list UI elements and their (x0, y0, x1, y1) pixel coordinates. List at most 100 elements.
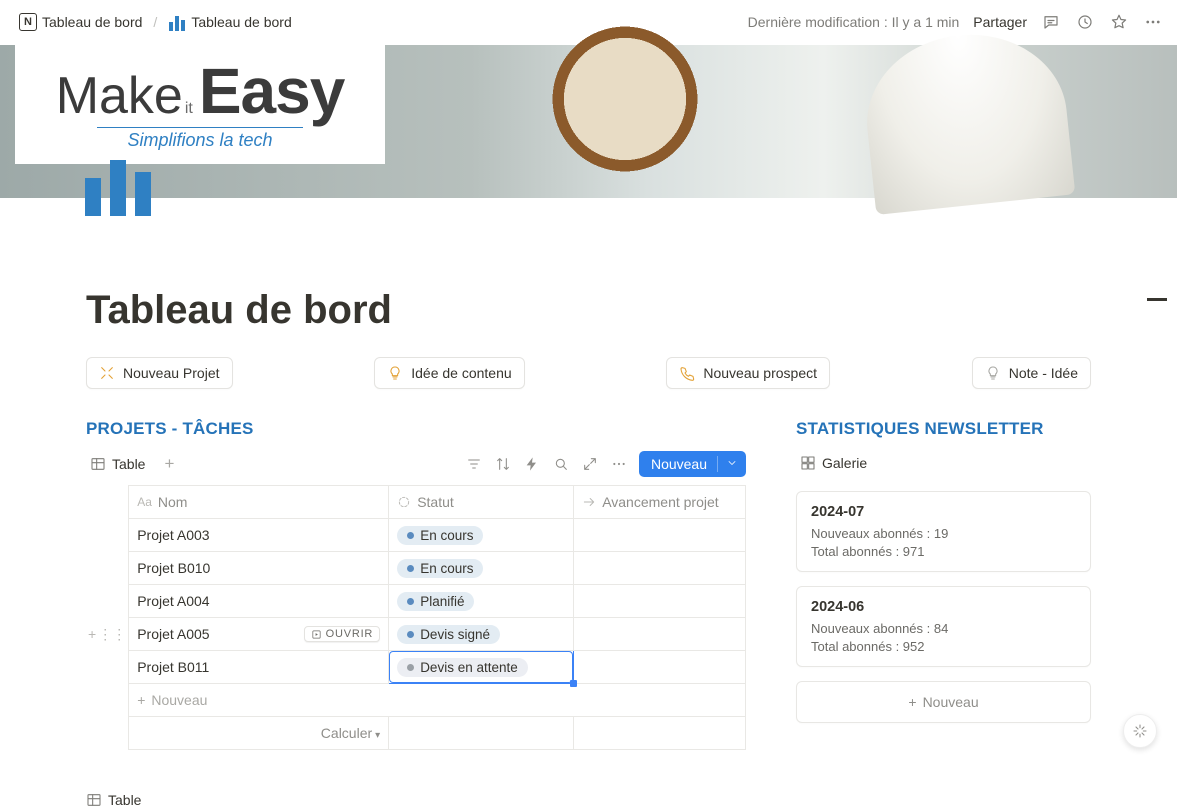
status-tag: En cours (397, 526, 483, 545)
cell-status[interactable]: Planifié (389, 585, 574, 618)
add-newsletter-card[interactable]: +Nouveau (796, 681, 1091, 723)
breadcrumb-separator: / (153, 14, 157, 30)
projects-section: PROJETS - TÂCHES Table + Nouveau (86, 419, 746, 812)
table-row[interactable]: +⋮⋮Projet A004Planifié (86, 585, 746, 618)
projects-table-view-tab[interactable]: Table (86, 452, 149, 476)
open-page-button[interactable]: OUVRIR (304, 626, 381, 642)
status-tag: Planifié (397, 592, 474, 611)
share-button[interactable]: Partager (973, 14, 1027, 30)
status-loader-icon (397, 495, 411, 509)
cell-status[interactable]: En cours (389, 552, 574, 585)
card-line: Total abonnés : 971 (811, 544, 1076, 559)
breadcrumb-root[interactable]: N Tableau de bord (14, 10, 147, 34)
table-icon (86, 792, 102, 808)
cell-status[interactable]: En cours (389, 519, 574, 552)
favorite-star-icon[interactable] (1109, 12, 1129, 32)
breadcrumbs: N Tableau de bord / Tableau de bord (14, 10, 297, 34)
newsletter-view-label: Galerie (822, 455, 867, 471)
cell-progress[interactable] (574, 552, 746, 585)
more-menu-icon[interactable] (1143, 12, 1163, 32)
projects-second-view-tab[interactable]: Table (86, 788, 746, 812)
note-idea-button[interactable]: Note - Idée (972, 357, 1091, 389)
table-icon (90, 456, 106, 472)
new-project-label: Nouveau Projet (123, 365, 220, 381)
cell-progress[interactable] (574, 585, 746, 618)
cell-status[interactable]: Devis en attente (389, 651, 574, 684)
add-view-button[interactable]: + (159, 454, 179, 474)
new-prospect-label: Nouveau prospect (703, 365, 817, 381)
breadcrumb-current-label: Tableau de bord (191, 14, 291, 30)
col-name-header[interactable]: Aa Nom (129, 486, 389, 519)
topbar-right: Dernière modification : Il y a 1 min Par… (748, 12, 1163, 32)
card-line: Total abonnés : 952 (811, 639, 1076, 654)
page-title[interactable]: Tableau de bord (86, 288, 1091, 333)
col-name-label: Nom (158, 494, 188, 510)
last-modified-text: Dernière modification : Il y a 1 min (748, 14, 960, 30)
bar-chart-icon (168, 13, 186, 31)
toggle-collapse-icon[interactable] (1147, 298, 1167, 301)
drag-handle-icon[interactable]: ⋮⋮ (98, 626, 126, 643)
add-row-icon[interactable]: + (88, 626, 96, 643)
cell-status[interactable]: Devis signé (389, 618, 574, 651)
cell-progress[interactable] (574, 651, 746, 684)
breadcrumb-current[interactable]: Tableau de bord (163, 10, 296, 34)
content-idea-label: Idée de contenu (411, 365, 511, 381)
projects-section-title[interactable]: PROJETS - TÂCHES (86, 419, 746, 439)
table-row[interactable]: +⋮⋮Projet A005OUVRIR Devis signé (86, 618, 746, 651)
col-progress-label: Avancement projet (602, 494, 718, 510)
newsletter-gallery-view-tab[interactable]: Galerie (796, 451, 871, 475)
brand-it: it (185, 101, 193, 117)
card-title: 2024-07 (811, 504, 1076, 520)
new-project-button[interactable]: Nouveau Projet (86, 357, 233, 389)
note-idea-label: Note - Idée (1009, 365, 1078, 381)
quick-buttons-row: Nouveau Projet Idée de contenu Nouveau p… (86, 357, 1091, 389)
search-icon[interactable] (552, 455, 570, 473)
gallery-icon (800, 455, 816, 471)
cell-progress[interactable] (574, 618, 746, 651)
newsletter-card[interactable]: 2024-06Nouveaux abonnés : 84Total abonné… (796, 586, 1091, 667)
cell-name[interactable]: Projet A004 (129, 585, 389, 618)
ai-assist-fab[interactable] (1123, 714, 1157, 748)
notion-logo-icon: N (19, 13, 37, 31)
projects-view-tabs: Table + Nouveau (86, 451, 746, 483)
card-line: Nouveaux abonnés : 84 (811, 621, 1076, 636)
table-row[interactable]: +⋮⋮Projet A003En cours (86, 519, 746, 552)
sort-icon[interactable] (494, 455, 512, 473)
cell-name[interactable]: Projet A005OUVRIR (129, 618, 389, 651)
newsletter-view-tabs: Galerie (796, 451, 1091, 481)
status-tag: Devis en attente (397, 658, 528, 677)
comments-icon[interactable] (1041, 12, 1061, 32)
newsletter-card[interactable]: 2024-07 Nouveaux abonnés : 19 Total abonné… (796, 491, 1091, 572)
projects-table: Aa Nom Statut Avancemen (86, 485, 746, 750)
chevron-down-icon[interactable] (717, 456, 738, 472)
more-icon[interactable] (610, 455, 628, 473)
cell-name[interactable]: Projet A003 (129, 519, 389, 552)
cell-name[interactable]: Projet B010 (129, 552, 389, 585)
cell-progress[interactable] (574, 519, 746, 552)
filter-icon[interactable] (465, 455, 483, 473)
add-row-button[interactable]: +Nouveau (86, 684, 746, 717)
card-line: Nouveaux abonnés : 19 (811, 526, 1076, 541)
content-idea-button[interactable]: Idée de contenu (374, 357, 524, 389)
arrow-right-icon (582, 495, 596, 509)
col-progress-header[interactable]: Avancement projet (574, 486, 746, 519)
status-tag: Devis signé (397, 625, 500, 644)
page-content: Tableau de bord Nouveau Projet Idée de c… (0, 198, 1177, 812)
cell-name[interactable]: Projet B011 (129, 651, 389, 684)
brand-make: Make (56, 70, 183, 122)
automation-icon[interactable] (523, 455, 541, 473)
newsletter-section-title[interactable]: STATISTIQUES NEWSLETTER (796, 419, 1091, 439)
history-icon[interactable] (1075, 12, 1095, 32)
table-row[interactable]: +⋮⋮Projet B011Devis en attente (86, 651, 746, 684)
new-prospect-button[interactable]: Nouveau prospect (666, 357, 830, 389)
expand-icon[interactable] (581, 455, 599, 473)
newsletter-section: STATISTIQUES NEWSLETTER Galerie 2024-07 N… (796, 419, 1091, 812)
bulb-icon (387, 365, 403, 381)
new-record-button[interactable]: Nouveau (639, 451, 746, 477)
projects-view-label: Table (112, 456, 145, 472)
col-status-header[interactable]: Statut (389, 486, 574, 519)
table-row[interactable]: +⋮⋮Projet B010En cours (86, 552, 746, 585)
brand-easy: Easy (199, 59, 344, 123)
projects-toolbar: Nouveau (465, 451, 746, 477)
calculate-row[interactable]: Calculer▾ (86, 717, 746, 750)
